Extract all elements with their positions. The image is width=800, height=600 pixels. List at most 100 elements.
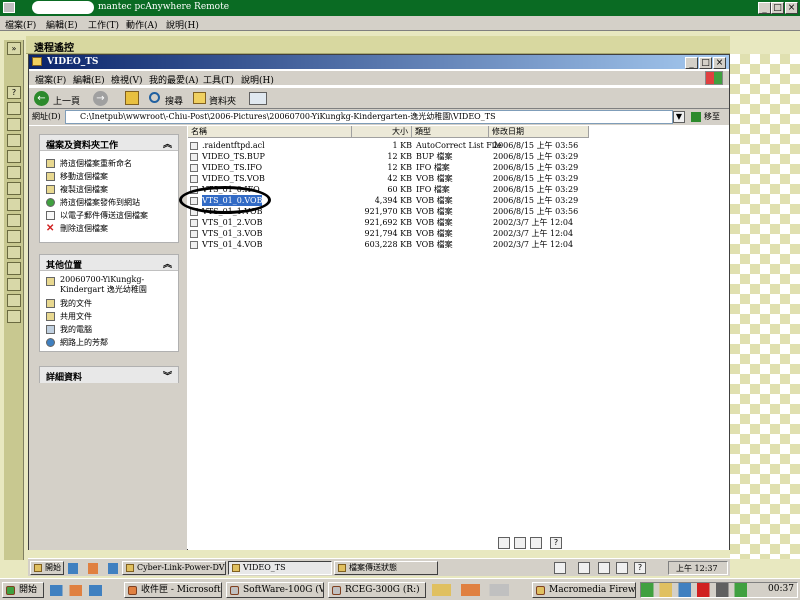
taskbar-extra-icons[interactable] xyxy=(432,584,528,596)
maximize-button[interactable]: □ xyxy=(771,2,784,14)
explorer-menu-favorites[interactable]: 我的最愛(A) xyxy=(149,73,199,86)
expand-icon[interactable]: ︾ xyxy=(163,369,172,382)
search-button[interactable]: 搜尋 xyxy=(165,94,183,107)
views-icon[interactable] xyxy=(249,92,267,105)
remote-start-button[interactable]: 開始 xyxy=(30,561,64,575)
explorer-menu-view[interactable]: 檢視(V) xyxy=(111,73,143,86)
column-size[interactable]: 大小 xyxy=(352,126,412,138)
status-help-icon[interactable]: ? xyxy=(634,562,646,574)
taskbar-software-drive[interactable]: SoftWare-100G (V:) xyxy=(226,582,324,598)
my-documents-link[interactable]: 我的文件 xyxy=(40,297,178,310)
move-file-link[interactable]: 移動這個檔案 xyxy=(40,170,178,183)
file-date: 2006/8/15 上午 03:29 xyxy=(493,196,579,205)
tool-icon-4[interactable] xyxy=(7,150,21,163)
menu-edit[interactable]: 編輯(E) xyxy=(46,18,78,31)
folders-icon[interactable] xyxy=(193,92,206,104)
tray-icon-3[interactable] xyxy=(530,537,542,549)
explorer-menu-help[interactable]: 說明(H) xyxy=(241,73,274,86)
status-icon-1[interactable] xyxy=(554,562,566,574)
file-row[interactable]: VIDEO_TS.VOB 42 KB VOB 檔案 2006/8/15 上午 03:2… xyxy=(188,173,729,184)
tool-icon-9[interactable] xyxy=(7,230,21,243)
go-arrow-icon[interactable] xyxy=(691,112,701,122)
tray-icon-1[interactable] xyxy=(498,537,510,549)
address-dropdown-icon[interactable]: ▼ xyxy=(673,111,685,123)
folders-button[interactable]: 資料夾 xyxy=(209,94,236,107)
shared-documents-link[interactable]: 共用文件 xyxy=(40,310,178,323)
explorer-close-button[interactable]: × xyxy=(713,57,726,69)
tool-icon-1[interactable] xyxy=(7,102,21,115)
parent-folder-link[interactable]: 20060700-YiKungkg-Kindergart 逸光幼稚園 xyxy=(40,275,178,297)
delete-file-link[interactable]: ✕ 刪除這個檔案 xyxy=(40,222,178,235)
taskbar-rceg-drive[interactable]: RCEG-300G (R:) xyxy=(328,582,426,598)
close-button[interactable]: × xyxy=(785,2,798,14)
quicklaunch-icons[interactable] xyxy=(50,585,120,596)
address-input[interactable]: C:\Inetpub\wwwroot\-Chiu-Post\2006-Pictu… xyxy=(65,110,673,124)
taskbar-fireworks[interactable]: Macromedia Firew... xyxy=(532,582,636,598)
other-places-header[interactable]: 其他位置 ︽ xyxy=(40,255,178,271)
file-row[interactable]: VTS_01_3.VOB 921,794 KB VOB 檔案 2002/3/7 上午 … xyxy=(188,228,729,239)
tool-icon-13[interactable] xyxy=(7,294,21,307)
file-row[interactable]: VTS_01_2.VOB 921,692 KB VOB 檔案 2002/3/7 上午 … xyxy=(188,217,729,228)
collapse-icon[interactable]: ︽ xyxy=(163,257,172,270)
start-button[interactable]: 開始 xyxy=(2,582,44,598)
tray-help-icon[interactable]: ? xyxy=(550,537,562,549)
menu-action[interactable]: 動作(A) xyxy=(126,18,158,31)
menu-task[interactable]: 工作(T) xyxy=(88,18,119,31)
help-icon[interactable]: ? xyxy=(7,86,21,99)
explorer-menu-tools[interactable]: 工具(T) xyxy=(203,73,234,86)
status-icon-2[interactable] xyxy=(578,562,590,574)
taskbar-video-ts[interactable]: VIDEO_TS xyxy=(228,561,332,575)
copy-file-link[interactable]: 複製這個檔案 xyxy=(40,183,178,196)
collapse-icon[interactable]: ︽ xyxy=(163,137,172,150)
go-button[interactable]: 移至 xyxy=(704,111,720,122)
status-icon-3[interactable] xyxy=(598,562,610,574)
expand-icon[interactable]: » xyxy=(7,42,21,55)
explorer-maximize-button[interactable]: □ xyxy=(699,57,712,69)
tool-icon-3[interactable] xyxy=(7,134,21,147)
tool-icon-12[interactable] xyxy=(7,278,21,291)
tool-icon-10[interactable] xyxy=(7,246,21,259)
tool-icon-7[interactable] xyxy=(7,198,21,211)
menu-file[interactable]: 檔案(F) xyxy=(5,18,36,31)
file-row[interactable]: VIDEO_TS.IFO 12 KB IFO 檔案 2006/8/15 上午 03:2… xyxy=(188,162,729,173)
quicklaunch-icons[interactable] xyxy=(68,563,118,574)
file-type: VOB 檔案 xyxy=(416,196,453,205)
column-name[interactable]: 名稱 xyxy=(188,126,352,138)
explorer-menu-edit[interactable]: 編輯(E) xyxy=(73,73,105,86)
forward-arrow-icon[interactable]: → xyxy=(93,91,108,106)
tool-icon-11[interactable] xyxy=(7,262,21,275)
back-arrow-icon[interactable]: ← xyxy=(34,91,49,106)
file-tasks-header[interactable]: 檔案及資料夾工作 ︽ xyxy=(40,135,178,151)
explorer-minimize-button[interactable]: _ xyxy=(685,57,698,69)
minimize-button[interactable]: _ xyxy=(758,2,771,14)
status-icon-4[interactable] xyxy=(616,562,628,574)
tool-icon-14[interactable] xyxy=(7,310,21,323)
file-row[interactable]: .raidentftpd.acl 1 KB AutoCorrect List Fil… xyxy=(188,140,729,151)
tool-icon-6[interactable] xyxy=(7,182,21,195)
network-places-link[interactable]: 網路上的芳鄰 xyxy=(40,336,178,349)
column-type[interactable]: 類型 xyxy=(412,126,489,138)
taskbar-powerdvd[interactable]: Cyber-Link-Power-DVD-... xyxy=(122,561,226,575)
search-icon[interactable] xyxy=(149,92,160,103)
file-row[interactable]: VIDEO_TS.BUP 12 KB BUP 檔案 2006/8/15 上午 03:2… xyxy=(188,151,729,162)
tool-icon-2[interactable] xyxy=(7,118,21,131)
column-date[interactable]: 修改日期 xyxy=(489,126,589,138)
tray-icon-2[interactable] xyxy=(514,537,526,549)
tool-icon-8[interactable] xyxy=(7,214,21,227)
publish-file-link[interactable]: 將這個檔案發佈到網站 xyxy=(40,196,178,209)
email-file-link[interactable]: 以電子郵件傳送這個檔案 xyxy=(40,209,178,222)
file-row[interactable]: VTS_01_4.VOB 603,228 KB VOB 檔案 2002/3/7 上午 … xyxy=(188,239,729,250)
back-button[interactable]: 上一頁 xyxy=(53,94,80,107)
menu-help[interactable]: 說明(H) xyxy=(166,18,199,31)
rename-file-link[interactable]: 將這個檔案重新命名 xyxy=(40,157,178,170)
taskbar-label: Macromedia Firew... xyxy=(549,585,636,595)
file-row[interactable]: VTS_01_1.VOB 921,970 KB VOB 檔案 2006/8/15 上午… xyxy=(188,206,729,217)
tool-icon-5[interactable] xyxy=(7,166,21,179)
taskbar-outlook[interactable]: 收件匣 - Microsoft... xyxy=(124,582,222,598)
my-computer-link[interactable]: 我的電腦 xyxy=(40,323,178,336)
explorer-menu-file[interactable]: 檔案(F) xyxy=(35,73,66,86)
taskbar-file-transfer[interactable]: 檔案傳送狀態 xyxy=(334,561,438,575)
up-folder-icon[interactable] xyxy=(125,91,139,105)
details-header[interactable]: 詳細資料 ︾ xyxy=(40,367,178,383)
file-row[interactable]: VTS_01_0.IFO 60 KB IFO 檔案 2006/8/15 上午 03:2… xyxy=(188,184,729,195)
